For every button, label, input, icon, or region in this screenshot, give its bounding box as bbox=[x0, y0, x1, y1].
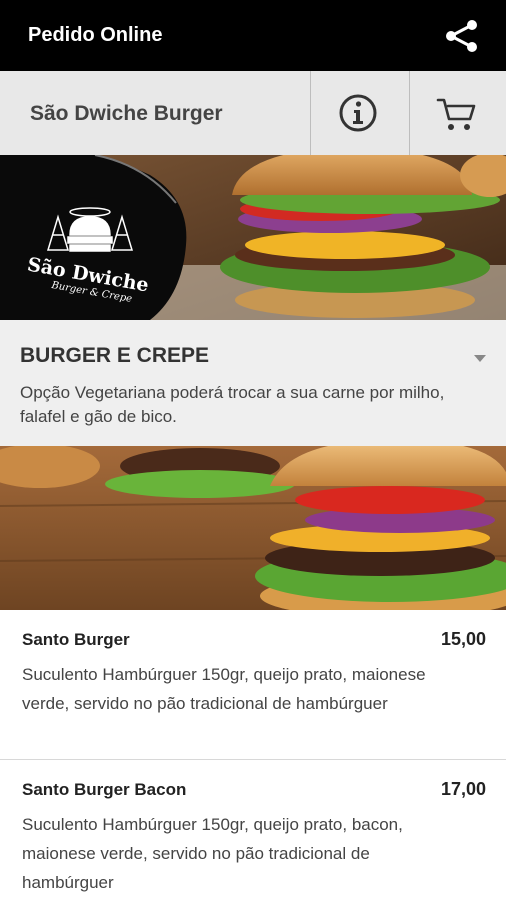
item-name: Santo Burger Bacon bbox=[22, 780, 187, 799]
share-icon[interactable] bbox=[444, 18, 480, 54]
category-description: Opção Vegetariana poderá trocar a sua ca… bbox=[20, 383, 445, 426]
store-name: São Dwiche Burger bbox=[30, 102, 223, 125]
menu-item[interactable]: Santo Burger Bacon 17,00 Suculento Hambú… bbox=[0, 760, 506, 909]
info-icon[interactable] bbox=[338, 93, 378, 133]
store-logo: São Dwiche Burger & Crepe bbox=[0, 154, 190, 320]
divider bbox=[409, 71, 410, 155]
cart-icon[interactable] bbox=[436, 95, 478, 133]
app-bar: Pedido Online bbox=[0, 0, 506, 71]
menu-item[interactable]: Santo Burger 15,00 Suculento Hambúrguer … bbox=[0, 610, 506, 760]
app-title: Pedido Online bbox=[28, 24, 163, 46]
item-price: 15,00 bbox=[440, 629, 486, 649]
item-description: Suculento Hambúrguer 150gr, queijo prato… bbox=[22, 815, 403, 892]
item-description: Suculento Hambúrguer 150gr, queijo prato… bbox=[22, 665, 426, 713]
item-price: 17,00 bbox=[440, 779, 486, 799]
chevron-down-icon[interactable] bbox=[474, 355, 486, 362]
category-title: BURGER E CREPE bbox=[20, 344, 210, 367]
category-header[interactable]: BURGER E CREPE Opção Vegetariana poderá … bbox=[0, 320, 506, 446]
store-header: São Dwiche Burger bbox=[0, 71, 506, 155]
item-name: Santo Burger bbox=[22, 630, 130, 649]
divider bbox=[310, 71, 311, 155]
category-image bbox=[0, 446, 506, 610]
